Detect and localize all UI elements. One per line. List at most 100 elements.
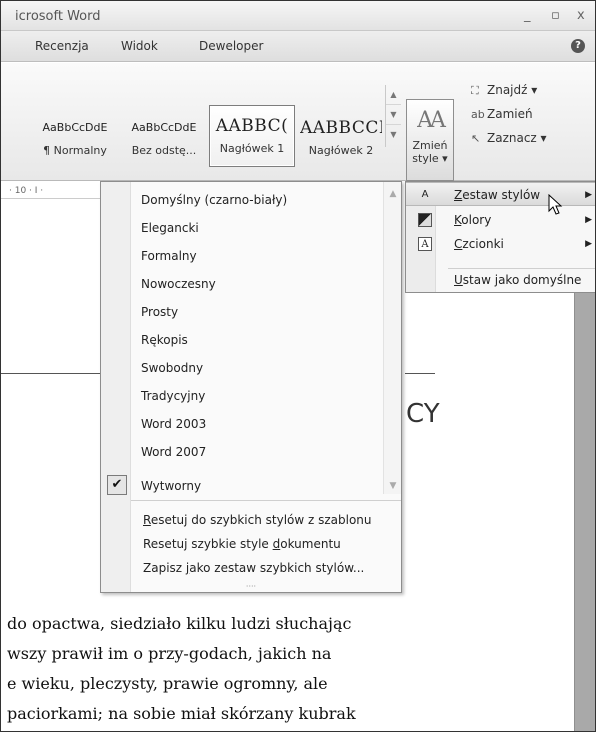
replace-label: Zamień (487, 107, 533, 121)
style-set-item[interactable]: Formalny (141, 242, 197, 270)
style-set-item[interactable]: Nowoczesny (141, 270, 216, 298)
select-label: Zaznacz ▾ (487, 131, 547, 145)
command-label: esetuj do szybkich stylów z szablonu (150, 513, 372, 527)
submenu-style-set[interactable]: A Zestaw stylów ▶ (406, 182, 595, 207)
submenu-text: zcionki (462, 237, 504, 251)
ruler: · 10 · I · (1, 183, 101, 199)
style-set-menu: Domyślny (czarno-biały) Elegancki Formal… (100, 181, 402, 593)
paragraph-line: e wieku, pleczysty, prawie ogromny, ale (7, 674, 328, 693)
style-sample: AaBbCcDdE (42, 121, 108, 134)
submenu-text: olory (461, 213, 492, 227)
accel-key: U (454, 273, 463, 287)
accel-key: R (143, 513, 151, 527)
replace-icon: ab (471, 108, 485, 121)
heading-rule-right (405, 373, 435, 374)
style-name: Nagłówek 2 (308, 144, 374, 157)
submenu-label: Ustaw jako domyślne (454, 268, 581, 292)
style-sample: AABBCCI (300, 118, 382, 138)
change-styles-button[interactable]: AA Zmień style ▾ (406, 99, 454, 181)
change-styles-icon: AA (417, 108, 446, 133)
heading-fragment: CY (406, 399, 440, 429)
paragraph-line: wszy prawił im o przy-godach, jakich na (7, 644, 332, 663)
mouse-pointer-icon (548, 194, 563, 215)
style-set-item-checked[interactable]: Wytworny (141, 472, 201, 500)
select-button[interactable]: ↖ Zaznacz ▾ (471, 131, 547, 145)
maximize-button[interactable]: ▫ (551, 8, 560, 23)
command-label: Zapisz (143, 561, 186, 575)
style-tile-heading2[interactable]: AABBCCI Nagłówek 2 (299, 107, 383, 169)
style-set-item[interactable]: Word 2007 (141, 438, 206, 466)
change-styles-submenu: A Zestaw stylów ▶ Kolory ▶ A Czcionki ▶ … (405, 181, 595, 293)
command-label: okumentu (280, 537, 341, 551)
reset-to-template-styles-command[interactable]: Resetuj do szybkich stylów z szablonu (143, 508, 372, 532)
change-styles-label-2: style ▾ (412, 152, 448, 165)
style-set-item[interactable]: Tradycyjny (141, 382, 205, 410)
replace-button[interactable]: ab Zamień (471, 107, 533, 121)
body-paragraph: do opactwa, siedziało kilku ludzi słucha… (7, 609, 571, 729)
style-set-item[interactable]: Domyślny (czarno-biały) (141, 186, 287, 214)
checkmark-icon: ✔ (107, 475, 127, 495)
tab-deweloper[interactable]: Deweloper (199, 39, 263, 53)
help-icon[interactable]: ? (571, 39, 585, 53)
ribbon: AaBbCcDdE ¶ Normalny AaBbCcDdE Bez odstę… (1, 63, 595, 181)
style-sample: AABBC( (215, 116, 289, 136)
change-styles-label-1: Zmień (412, 139, 448, 152)
style-tile-no-spacing[interactable]: AaBbCcDdE Bez odstę... (121, 107, 207, 169)
chevron-right-icon: ▶ (585, 190, 592, 200)
close-button[interactable]: x (577, 8, 585, 23)
minimize-button[interactable]: _ (524, 8, 531, 23)
chevron-right-icon: ▶ (585, 215, 592, 225)
pointer-icon: ↖ (471, 132, 481, 145)
submenu-text: estaw stylów (462, 188, 541, 202)
colors-icon (418, 213, 432, 227)
paragraph-line: do opactwa, siedziało kilku ludzi słucha… (7, 614, 352, 633)
submenu-label: Zestaw stylów (454, 183, 540, 207)
style-tile-heading1[interactable]: AABBC( Nagłówek 1 (209, 105, 295, 167)
paragraph-line: paciorkami; na sobie miał skórzany kubra… (7, 704, 356, 723)
menu-separator (131, 500, 401, 501)
more-icon[interactable]: ▼ (386, 125, 401, 145)
menu-gutter (101, 182, 131, 592)
submenu-colors[interactable]: Kolory ▶ (406, 208, 595, 232)
tab-recenzja[interactable]: Recenzja (35, 39, 89, 53)
gallery-scroll[interactable]: ▲ ▼ ▼ (385, 85, 401, 147)
find-label: Znajdź ▾ (487, 83, 538, 97)
style-name: ¶ Normalny (43, 144, 107, 157)
save-as-style-set-command[interactable]: Zapisz jako zestaw szybkich stylów... (143, 556, 364, 580)
menu-scrollbar[interactable]: ▲ ▼ (383, 182, 401, 494)
style-tile-normal[interactable]: AaBbCcDdE ¶ Normalny (31, 107, 119, 169)
style-set-item[interactable]: Word 2003 (141, 410, 206, 438)
style-name: Nagłówek 1 (219, 142, 285, 155)
submenu-label: Czcionki (454, 232, 504, 256)
find-button[interactable]: ⛶ Znajdź ▾ (471, 83, 537, 98)
submenu-text: staw jako domyślne (462, 273, 582, 287)
window-title: icrosoft Word (15, 9, 101, 24)
style-set-icon: A (421, 189, 429, 200)
resize-grip[interactable]: ···· (101, 583, 401, 592)
chevron-up-icon[interactable]: ▲ (386, 85, 401, 105)
style-set-item[interactable]: Swobodny (141, 354, 203, 382)
style-name: Bez odstę... (131, 144, 197, 157)
quick-styles-gallery: AaBbCcDdE ¶ Normalny AaBbCcDdE Bez odstę… (31, 105, 385, 169)
word-window: icrosoft Word _ ▫ x Recenzja Widok Dewel… (0, 0, 596, 732)
binoculars-icon: ⛶ (471, 84, 479, 97)
submenu-label: Kolory (454, 208, 491, 232)
submenu-set-as-default[interactable]: Ustaw jako domyślne (406, 268, 595, 292)
reset-document-styles-command[interactable]: Resetuj szybkie style dokumentu (143, 532, 341, 556)
submenu-fonts[interactable]: A Czcionki ▶ (406, 232, 595, 256)
chevron-right-icon: ▶ (585, 239, 592, 249)
ribbon-tabs: Recenzja Widok Deweloper ? (1, 31, 595, 62)
chevron-down-icon[interactable]: ▼ (384, 478, 402, 494)
style-sample: AaBbCcDdE (131, 121, 197, 134)
style-set-item[interactable]: Elegancki (141, 214, 199, 242)
fonts-icon: A (418, 237, 432, 251)
style-set-item[interactable]: Rękopis (141, 326, 188, 354)
style-set-item[interactable]: Prosty (141, 298, 178, 326)
tab-widok[interactable]: Widok (121, 39, 158, 53)
heading-rule-left (1, 373, 101, 374)
command-label: ako zestaw szybkich stylów... (189, 561, 365, 575)
chevron-down-icon[interactable]: ▼ (386, 105, 401, 125)
title-bar: icrosoft Word _ ▫ x (1, 1, 595, 31)
accel-key: Z (454, 188, 463, 202)
chevron-up-icon[interactable]: ▲ (384, 186, 402, 202)
